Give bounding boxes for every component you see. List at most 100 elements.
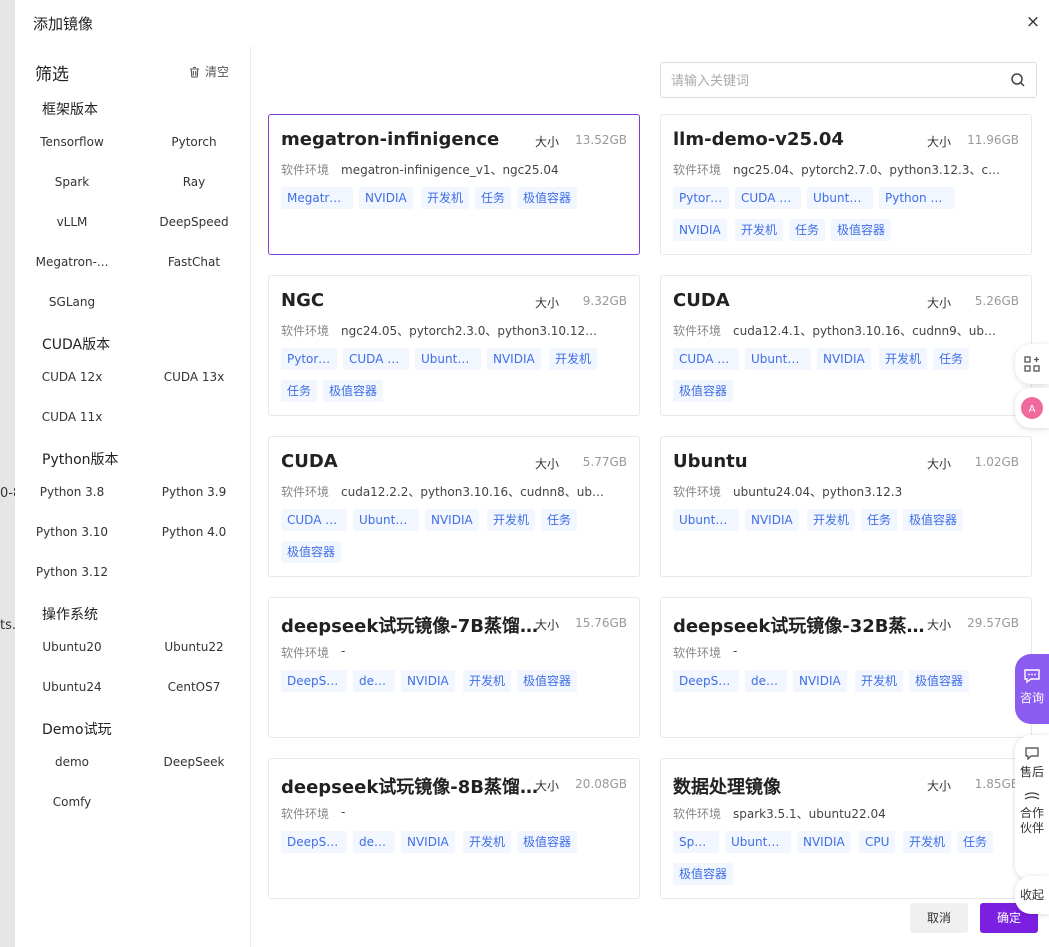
- cancel-button[interactable]: 取消: [910, 903, 968, 933]
- tag-badge: 任务: [957, 831, 993, 853]
- env-label: 软件环境: [281, 485, 330, 499]
- search-input[interactable]: [671, 71, 1001, 91]
- tag-badge: 开发机: [903, 831, 951, 853]
- filter-option[interactable]: demo: [13, 755, 131, 769]
- size-value: 1.85GB: [974, 777, 1019, 791]
- tag-badge: CPU: [859, 831, 896, 853]
- tag-badge: Python 3....: [879, 187, 955, 209]
- env-value: -: [341, 805, 346, 819]
- card-title: CUDA: [673, 290, 730, 311]
- image-card[interactable]: 数据处理镜像 大小 1.85GB 软件环境 spark3.5.1、ubuntu22.04…: [660, 758, 1032, 899]
- filter-option[interactable]: Spark: [13, 175, 131, 189]
- filter-option[interactable]: Ray: [135, 175, 253, 189]
- after-sales-button[interactable]: 售后: [1015, 735, 1049, 783]
- tag-badge: 任务: [541, 509, 577, 531]
- tag-badge: 开发机: [463, 831, 511, 853]
- filter-option[interactable]: CUDA 11x: [13, 410, 131, 424]
- apps-float-button[interactable]: [1015, 344, 1049, 384]
- filter-option[interactable]: CUDA 13x: [135, 370, 253, 384]
- tag-badge: Ubuntu24: [673, 509, 739, 531]
- svg-text:A: A: [1029, 404, 1036, 415]
- size-label: 大小: [926, 296, 951, 310]
- after-sales-label: 售后: [1019, 765, 1044, 779]
- filter-option[interactable]: Python 3.10: [13, 525, 131, 539]
- env-label: 软件环境: [673, 163, 722, 177]
- tag-badge: demo: [353, 670, 395, 692]
- tag-badge: CUDA 12x: [673, 348, 739, 370]
- card-title: llm-demo-v25.04: [673, 129, 844, 150]
- image-card[interactable]: NGC 大小 9.32GB 软件环境 ngc24.05、pytorch2.3.0、pyt…: [268, 275, 640, 416]
- filter-option[interactable]: Pytorch: [135, 135, 253, 149]
- filter-option[interactable]: Tensorflow: [13, 135, 131, 149]
- service-float-panel: 售后 合作 伙伴: [1015, 735, 1049, 881]
- env-value: ngc25.04、pytorch2.7.0、python3.12.3、cud..…: [733, 163, 1001, 177]
- image-card[interactable]: deepseek试玩镜像-8B蒸馏-... 大小 20.08GB 软件环境 - DeepS…: [268, 758, 640, 899]
- tag-badge: 任务: [861, 509, 897, 531]
- translate-float-button[interactable]: A: [1015, 388, 1049, 428]
- tag-badge: Megatron...: [281, 187, 353, 209]
- image-card[interactable]: deepseek试玩镜像-7B蒸馏-... 大小 15.76GB 软件环境 - DeepS…: [268, 597, 640, 738]
- filter-section-title: Demo试玩: [42, 722, 112, 738]
- size-value: 11.96GB: [967, 133, 1019, 147]
- image-card[interactable]: Ubuntu 大小 1.02GB 软件环境 ubuntu24.04、python3.12…: [660, 436, 1032, 577]
- filter-option[interactable]: Python 4.0: [135, 525, 253, 539]
- filter-option[interactable]: Python 3.8: [13, 485, 131, 499]
- tag-badge: CUDA 12x: [735, 187, 801, 209]
- modal-title: 添加镜像: [33, 15, 94, 33]
- consult-label: 咨询: [1019, 691, 1044, 705]
- card-title: NGC: [281, 290, 325, 311]
- size-value: 20.08GB: [575, 777, 627, 791]
- image-card[interactable]: CUDA 大小 5.26GB 软件环境 cuda12.4.1、python3.10.16…: [660, 275, 1032, 416]
- close-icon[interactable]: ×: [1023, 12, 1043, 32]
- size-label: 大小: [926, 457, 951, 471]
- size-label: 大小: [926, 135, 951, 149]
- filter-section-title: 框架版本: [42, 102, 98, 118]
- tag-badge: 极值容器: [909, 670, 969, 692]
- tag-badge: NVIDIA: [673, 219, 727, 241]
- translate-icon: A: [1021, 397, 1043, 419]
- filter-option[interactable]: SGLang: [13, 295, 131, 309]
- image-card[interactable]: llm-demo-v25.04 大小 11.96GB 软件环境 ngc25.04、pyt…: [660, 114, 1032, 255]
- tag-badge: NVIDIA: [817, 348, 871, 370]
- image-card[interactable]: CUDA 大小 5.77GB 软件环境 cuda12.2.2、python3.10.16…: [268, 436, 640, 577]
- partner-button[interactable]: 合作 伙伴: [1015, 783, 1049, 853]
- tag-badge: Pytorch: [281, 348, 337, 370]
- tag-badge: demo: [745, 670, 787, 692]
- tag-badge: NVIDIA: [745, 509, 799, 531]
- filter-option[interactable]: DeepSpeed: [135, 215, 253, 229]
- tag-badge: Ubuntu22: [745, 348, 811, 370]
- card-title: megatron-infinigence: [281, 129, 500, 150]
- size-label: 大小: [534, 296, 559, 310]
- collapse-button[interactable]: 收起: [1015, 876, 1049, 914]
- filter-option[interactable]: Comfy: [13, 795, 131, 809]
- filter-option[interactable]: Ubuntu20: [13, 640, 131, 654]
- card-title: Ubuntu: [673, 451, 748, 472]
- card-title: CUDA: [281, 451, 338, 472]
- image-card[interactable]: megatron-infinigence 大小 13.52GB 软件环境 megatro…: [268, 114, 640, 255]
- filter-option[interactable]: Python 3.9: [135, 485, 253, 499]
- tag-badge: 任务: [789, 219, 825, 241]
- tag-badge: 极值容器: [673, 380, 733, 402]
- search-icon[interactable]: [1010, 72, 1026, 88]
- filter-option[interactable]: Python 3.12: [13, 565, 131, 579]
- filter-option[interactable]: vLLM: [13, 215, 131, 229]
- filter-option[interactable]: FastChat: [135, 255, 253, 269]
- clear-filter-label: 清空: [205, 65, 230, 79]
- filter-option[interactable]: DeepSeek: [135, 755, 253, 769]
- env-value: ngc24.05、pytorch2.3.0、python3.10.12、cu..…: [341, 324, 609, 338]
- env-label: 软件环境: [673, 646, 722, 660]
- filter-option[interactable]: CUDA 12x: [13, 370, 131, 384]
- filter-option[interactable]: Ubuntu24: [13, 680, 131, 694]
- clear-filter-button[interactable]: 清空: [189, 63, 229, 80]
- tag-badge: Pytorch: [673, 187, 729, 209]
- size-value: 1.02GB: [974, 455, 1019, 469]
- tag-badge: NVIDIA: [425, 509, 479, 531]
- apps-icon: [1024, 356, 1040, 372]
- filter-option[interactable]: Megatron-...: [13, 255, 131, 269]
- filter-option[interactable]: CentOS7: [135, 680, 253, 694]
- tag-badge: Spark: [673, 831, 719, 853]
- image-card[interactable]: deepseek试玩镜像-32B蒸馏... 大小 29.57GB 软件环境 - DeepS…: [660, 597, 1032, 738]
- consult-button[interactable]: 咨询: [1015, 654, 1049, 724]
- filter-option[interactable]: Ubuntu22: [135, 640, 253, 654]
- tag-badge: 任务: [475, 187, 511, 209]
